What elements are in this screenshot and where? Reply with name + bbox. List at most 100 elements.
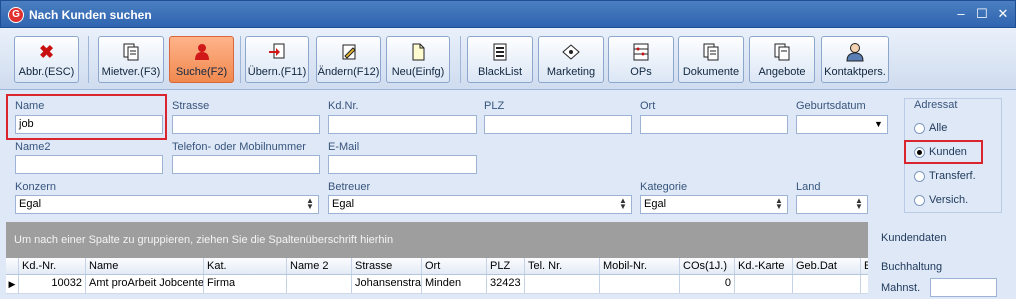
new-document-icon	[387, 42, 449, 62]
strasse-label: Strasse	[172, 100, 210, 112]
kontaktpers-button[interactable]: Kontaktpers.	[821, 36, 889, 83]
grid-header: Kd.-Nr. Name Kat. Name 2 Strasse Ort PLZ…	[6, 258, 868, 275]
radio-alle[interactable]: Alle	[914, 120, 947, 136]
table-cell[interactable]: Johansenstraße	[351, 275, 421, 293]
tag-icon	[539, 42, 603, 62]
radio-kunden-label: Kunden	[929, 146, 967, 158]
mahnst-input[interactable]	[930, 278, 997, 297]
neu-button-label: Neu(Einfg)	[391, 66, 445, 78]
spin-arrows-icon: ▲ ▼	[306, 196, 314, 211]
person-icon	[170, 42, 233, 62]
land-select[interactable]: ▲ ▼	[796, 195, 868, 214]
geburtsdatum-label: Geburtsdatum	[796, 100, 866, 112]
ops-button-label: OPs	[630, 66, 652, 78]
table-row[interactable]: ▶ 10032 Amt proArbeit Jobcenter Firma Jo…	[6, 275, 868, 294]
kdnr-label: Kd.Nr.	[328, 100, 359, 112]
spin-arrows-icon: ▲ ▼	[775, 196, 783, 211]
table-cell[interactable]: Firma	[203, 275, 286, 293]
column-header[interactable]: PLZ	[486, 258, 524, 274]
angebote-button-label: Angebote	[758, 66, 806, 78]
offers-icon	[750, 42, 814, 62]
column-header[interactable]: Kd.-Nr.	[18, 258, 85, 274]
konzern-label: Konzern	[15, 181, 56, 193]
name2-input[interactable]	[15, 155, 163, 174]
mahnst-label: Mahnst.	[881, 282, 921, 294]
column-header[interactable]: Geb.Dat	[792, 258, 860, 274]
table-cell[interactable]: 32423	[486, 275, 524, 293]
kdnr-input[interactable]	[328, 115, 477, 134]
konzern-value: Egal	[19, 198, 42, 210]
kundendaten-link[interactable]: Kundendaten	[881, 232, 946, 244]
minimize-icon[interactable]: –	[952, 5, 970, 23]
dokumente-button[interactable]: Dokumente	[678, 36, 744, 83]
kategorie-select[interactable]: Egal ▲ ▼	[640, 195, 788, 214]
table-cell[interactable]	[286, 275, 351, 293]
table-cell[interactable]	[524, 275, 599, 293]
ops-button[interactable]: OPs	[608, 36, 674, 83]
kontaktpers-button-label: Kontaktpers.	[824, 66, 886, 78]
table-cell[interactable]: 10032	[18, 275, 85, 293]
email-label: E-Mail	[328, 141, 360, 153]
radio-transferf[interactable]: Transferf.	[914, 168, 976, 184]
column-header[interactable]: Name 2	[286, 258, 351, 274]
table-cell[interactable]	[860, 275, 868, 293]
column-header[interactable]: Kat.	[203, 258, 286, 274]
uebern-button[interactable]: Übern.(F11)	[245, 36, 309, 83]
abbr-button-label: Abbr.(ESC)	[18, 66, 75, 78]
radio-alle-label: Alle	[929, 122, 948, 134]
table-cell[interactable]: Amt proArbeit Jobcenter	[85, 275, 203, 293]
neu-button[interactable]: Neu(Einfg)	[386, 36, 450, 83]
abbr-button[interactable]: ✖ Abbr.(ESC)	[14, 36, 79, 83]
radio-button[interactable]	[914, 170, 925, 182]
column-header[interactable]: Kd.-Karte	[734, 258, 792, 274]
adressat-title: Adressat	[914, 99, 958, 111]
column-header[interactable]: COs(1J.)	[679, 258, 734, 274]
radio-transferf-label: Transferf.	[929, 170, 976, 182]
radio-button[interactable]	[914, 122, 925, 134]
betreuer-select[interactable]: Egal ▲ ▼	[328, 195, 632, 214]
strasse-input[interactable]	[172, 115, 320, 134]
aendern-button[interactable]: Ändern(F12)	[316, 36, 381, 83]
column-header[interactable]: Mobil-Nr.	[599, 258, 679, 274]
close-window-icon[interactable]: ✕	[994, 5, 1012, 23]
table-cell[interactable]	[792, 275, 860, 293]
konzern-select[interactable]: Egal ▲ ▼	[15, 195, 319, 214]
column-header[interactable]: Name	[85, 258, 203, 274]
angebote-button[interactable]: Angebote	[749, 36, 815, 83]
column-header[interactable]: E	[860, 258, 868, 274]
suche-button[interactable]: Suche(F2)	[169, 36, 234, 83]
radio-kunden[interactable]: Kunden	[914, 144, 967, 160]
telefon-input[interactable]	[172, 155, 320, 174]
documents-icon	[679, 42, 743, 62]
table-cell[interactable]: 0	[679, 275, 734, 293]
aendern-button-label: Ändern(F12)	[317, 66, 380, 78]
buchhaltung-link[interactable]: Buchhaltung	[881, 261, 942, 273]
telefon-label: Telefon- oder Mobilnummer	[172, 141, 306, 153]
table-cell[interactable]	[599, 275, 679, 293]
kategorie-value: Egal	[644, 198, 667, 210]
group-by-panel[interactable]: Um nach einer Spalte zu gruppieren, zieh…	[6, 222, 868, 258]
table-cell[interactable]	[734, 275, 792, 293]
email-input[interactable]	[328, 155, 477, 174]
land-label: Land	[796, 181, 821, 193]
chevron-down-icon[interactable]: ▼	[874, 119, 883, 129]
table-cell[interactable]: Minden	[421, 275, 486, 293]
close-icon: ✖	[38, 41, 55, 62]
mietver-button[interactable]: Mietver.(F3)	[98, 36, 164, 83]
column-header[interactable]: Tel. Nr.	[524, 258, 599, 274]
toolbar: ✖ Abbr.(ESC) Mietver.(F3) Suche(F2) Über…	[0, 28, 1016, 90]
column-header[interactable]: Strasse	[351, 258, 421, 274]
radio-button-selected[interactable]	[914, 146, 925, 158]
column-header[interactable]: Ort	[421, 258, 486, 274]
toolbar-separator	[240, 36, 241, 83]
maximize-icon[interactable]: ☐	[973, 5, 991, 23]
name2-label: Name2	[15, 141, 51, 153]
name-input[interactable]: job	[15, 115, 163, 134]
ort-input[interactable]	[640, 115, 788, 134]
radio-button[interactable]	[914, 194, 925, 206]
marketing-button[interactable]: Marketing	[538, 36, 604, 83]
plz-input[interactable]	[484, 115, 632, 134]
blacklist-button[interactable]: BlackList	[467, 36, 533, 83]
contact-person-icon	[822, 42, 888, 62]
radio-versich[interactable]: Versich.	[914, 192, 968, 208]
